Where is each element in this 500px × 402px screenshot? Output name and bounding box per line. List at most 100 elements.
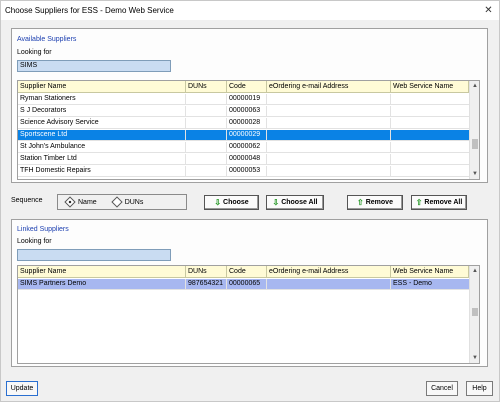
cell-email: [267, 154, 391, 165]
sequence-duns-radio[interactable]: DUNs: [111, 196, 144, 208]
sequence-label: Sequence: [11, 197, 43, 204]
linked-looking-for-label: Looking for: [17, 238, 52, 245]
table-row[interactable]: S J Decorators 00000063: [18, 106, 470, 117]
cell-web-service: [391, 166, 470, 177]
cell-supplier-name: St John's Ambulance: [18, 142, 186, 153]
cell-web-service: [391, 130, 470, 141]
available-suppliers-label: Available Suppliers: [17, 36, 77, 43]
radio-unselected-icon: [111, 196, 123, 208]
column-header-web-service[interactable]: Web Service Name: [391, 266, 469, 278]
button-label: Choose: [223, 199, 249, 206]
available-vertical-scrollbar[interactable]: ▲ ▼: [469, 81, 479, 179]
help-button[interactable]: Help: [466, 381, 493, 396]
column-header-email[interactable]: eOrdering e-mail Address: [267, 266, 391, 278]
radio-label: Name: [78, 198, 97, 206]
available-looking-for-label: Looking for: [17, 49, 52, 56]
table-header: Supplier Name DUNs Code eOrdering e-mail…: [18, 81, 470, 93]
column-header-email[interactable]: eOrdering e-mail Address: [267, 81, 391, 93]
window-title: Choose Suppliers for ESS - Demo Web Serv…: [5, 6, 174, 15]
cell-code: 00000019: [227, 94, 267, 105]
column-header-code[interactable]: Code: [227, 81, 267, 93]
cell-web-service: [391, 118, 470, 129]
cell-email: [267, 118, 391, 129]
choose-suppliers-dialog: Choose Suppliers for ESS - Demo Web Serv…: [0, 0, 500, 402]
cell-web-service: ESS - Demo: [391, 279, 470, 290]
scroll-down-arrow-icon[interactable]: ▼: [470, 353, 479, 363]
cell-duns: [186, 154, 227, 165]
linked-suppliers-group: Linked Suppliers Looking for Supplier Na…: [11, 219, 488, 367]
remove-button[interactable]: ⇧ Remove: [347, 195, 403, 210]
cell-email: [267, 130, 391, 141]
cell-web-service: [391, 154, 470, 165]
table-row[interactable]: Science Advisory Service 00000028: [18, 118, 470, 129]
table-row-selected[interactable]: Sportscene Ltd 00000029: [18, 130, 470, 141]
column-header-duns[interactable]: DUNs: [186, 266, 227, 278]
cell-code: 00000028: [227, 118, 267, 129]
cell-supplier-name: SIMS Partners Demo: [18, 279, 186, 290]
cell-email: [267, 279, 391, 290]
scroll-thumb[interactable]: [472, 308, 478, 316]
cell-supplier-name: S J Decorators: [18, 106, 186, 117]
cell-code: 00000053: [227, 166, 267, 177]
cell-supplier-name: Ryman Stationers: [18, 94, 186, 105]
cell-duns: [186, 166, 227, 177]
button-label: Remove All: [424, 199, 463, 206]
table-row[interactable]: TFH Domestic Repairs 00000053: [18, 166, 470, 177]
table-header: Supplier Name DUNs Code eOrdering e-mail…: [18, 266, 470, 278]
cell-supplier-name: Science Advisory Service: [18, 118, 186, 129]
up-arrow-icon: ⇧: [357, 198, 364, 207]
cell-email: [267, 106, 391, 117]
cell-email: [267, 142, 391, 153]
linked-search-input[interactable]: [17, 249, 171, 261]
cell-web-service: [391, 94, 470, 105]
table-row[interactable]: St John's Ambulance 00000062: [18, 142, 470, 153]
available-suppliers-table: Supplier Name DUNs Code eOrdering e-mail…: [17, 80, 480, 180]
column-header-web-service[interactable]: Web Service Name: [391, 81, 469, 93]
available-search-input[interactable]: SIMS: [17, 60, 171, 72]
cell-duns: [186, 106, 227, 117]
linked-suppliers-table: Supplier Name DUNs Code eOrdering e-mail…: [17, 265, 480, 364]
cell-duns: [186, 118, 227, 129]
sequence-name-radio[interactable]: Name: [64, 196, 97, 208]
cell-code: 00000029: [227, 130, 267, 141]
update-button[interactable]: Update: [6, 381, 38, 396]
button-label: Remove: [365, 199, 393, 206]
close-icon[interactable]: ✕: [482, 4, 495, 17]
column-header-duns[interactable]: DUNs: [186, 81, 227, 93]
cell-supplier-name: TFH Domestic Repairs: [18, 166, 186, 177]
radio-selected-icon: [64, 196, 76, 208]
choose-button[interactable]: ⇩ Choose: [204, 195, 259, 210]
down-arrow-icon: ⇩: [214, 198, 222, 207]
down-arrow-icon: ⇩: [272, 198, 280, 207]
cell-code: 00000065: [227, 279, 267, 290]
cancel-button[interactable]: Cancel: [426, 381, 458, 396]
cell-code: 00000062: [227, 142, 267, 153]
scroll-down-arrow-icon[interactable]: ▼: [470, 169, 479, 179]
scroll-up-arrow-icon[interactable]: ▲: [470, 266, 479, 276]
table-row[interactable]: Station Timber Ltd 00000048: [18, 154, 470, 165]
cell-email: [267, 166, 391, 177]
linked-suppliers-label: Linked Suppliers: [17, 226, 69, 233]
linked-vertical-scrollbar[interactable]: ▲ ▼: [469, 266, 479, 363]
column-header-supplier-name[interactable]: Supplier Name: [18, 81, 186, 93]
sequence-options: Name DUNs: [57, 194, 187, 210]
table-row[interactable]: Ryman Stationers 00000019: [18, 94, 470, 105]
cell-code: 00000063: [227, 106, 267, 117]
choose-all-button[interactable]: ⇩ Choose All: [266, 195, 324, 210]
up-arrow-icon: ⇧: [415, 198, 423, 207]
table-row-selected[interactable]: SIMS Partners Demo 987654321 00000065 ES…: [18, 279, 470, 290]
column-header-code[interactable]: Code: [227, 266, 267, 278]
available-suppliers-group: Available Suppliers Looking for SIMS Sup…: [11, 28, 488, 183]
cell-code: 00000048: [227, 154, 267, 165]
scroll-thumb[interactable]: [472, 139, 478, 149]
column-header-supplier-name[interactable]: Supplier Name: [18, 266, 186, 278]
scroll-up-arrow-icon[interactable]: ▲: [470, 81, 479, 91]
radio-label: DUNs: [124, 198, 144, 206]
cell-supplier-name: Station Timber Ltd: [18, 154, 186, 165]
remove-all-button[interactable]: ⇧ Remove All: [411, 195, 467, 210]
cell-web-service: [391, 142, 470, 153]
cell-web-service: [391, 106, 470, 117]
button-label: Choose All: [281, 199, 318, 206]
cell-duns: [186, 130, 227, 141]
cell-email: [267, 94, 391, 105]
